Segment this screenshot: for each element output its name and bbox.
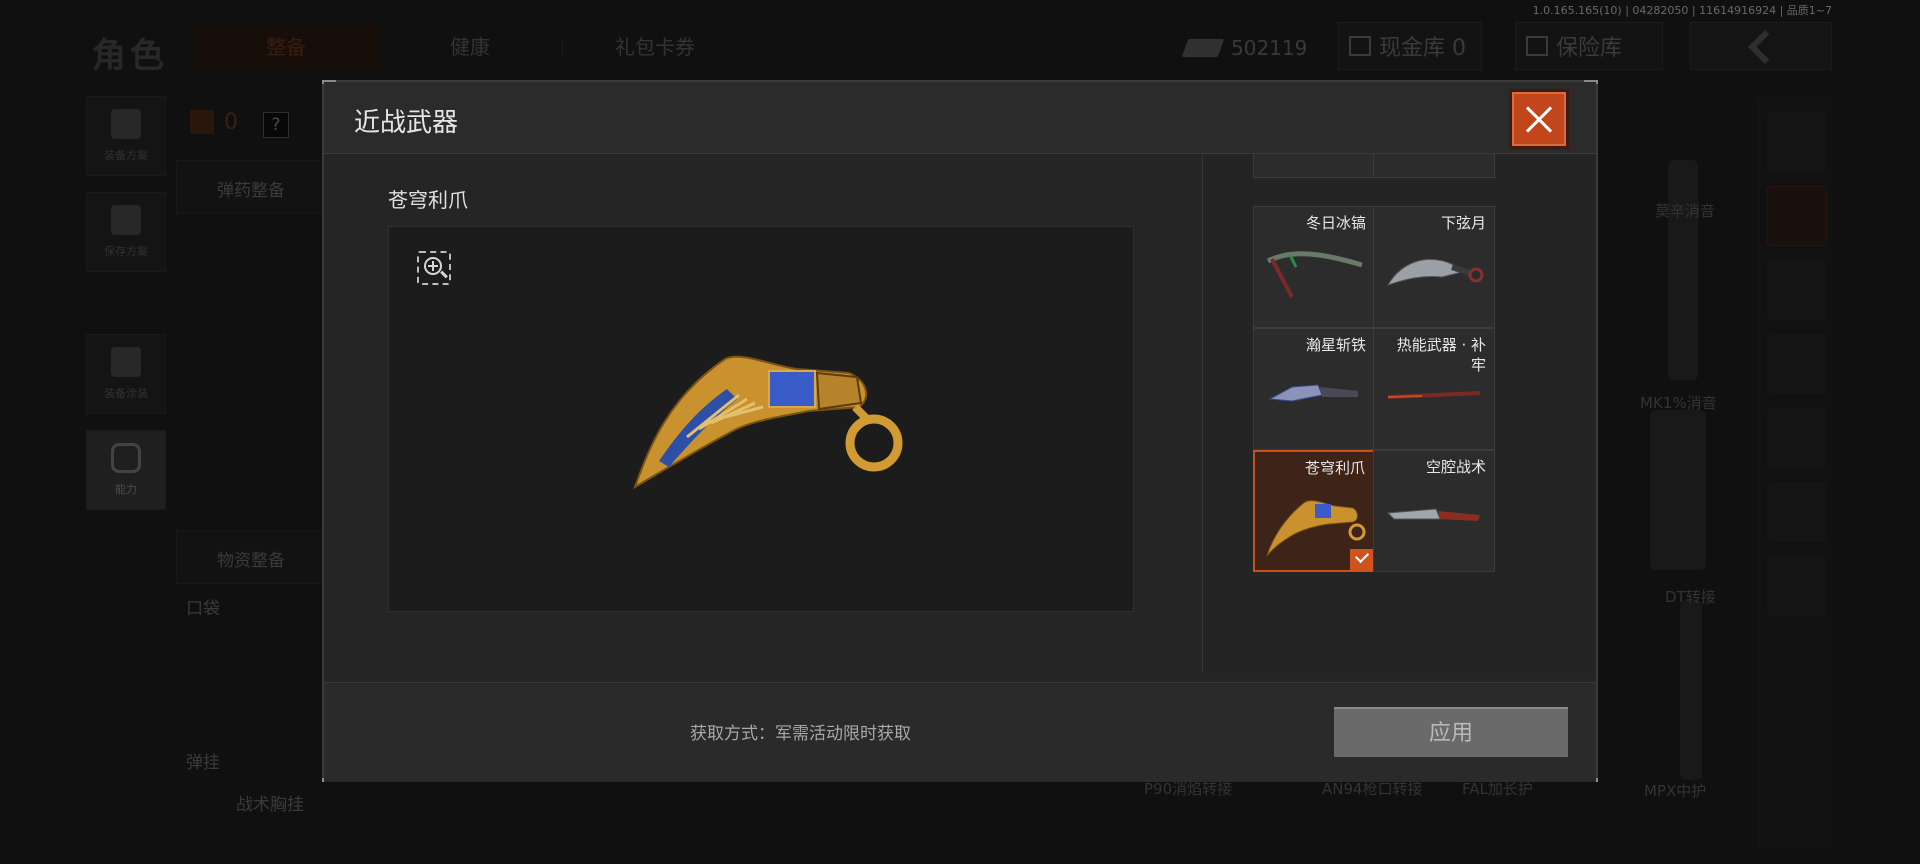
apply-button[interactable]: 应用 [1334,707,1568,757]
karambit-icon [1386,258,1484,286]
weapon-card[interactable]: 空腔战术 [1373,450,1495,572]
zoom-in-button[interactable] [417,251,451,285]
selected-item-name: 苍穹利爪 [388,188,468,212]
dialog-footer: 获取方式：军需活动限时获取 应用 [324,682,1596,782]
weapon-card[interactable]: 瀚星斩铁 [1253,328,1375,450]
claw-karambit-preview-image [633,355,903,490]
plus-icon [428,261,438,271]
weapon-card[interactable]: 下弦月 [1373,206,1495,328]
weapon-card-partial[interactable] [1253,154,1375,178]
item-preview [388,226,1134,612]
tactical-knife-icon [1386,508,1480,521]
acquire-method-text: 获取方式：军需活动限时获取 [690,724,911,744]
ice-pickaxe-icon [1266,251,1363,298]
weapon-card-label: 空腔战术 [1425,458,1486,476]
weapon-card[interactable]: 热能武器 · 补牢 [1373,328,1495,450]
weapon-card-label: 瀚星斩铁 [1305,336,1366,354]
weapon-card-label: 冬日冰镐 [1305,214,1366,232]
weapon-grid: 冬日冰镐 下弦月 瀚星斩铁 热能武器 · 补牢 苍穹利爪 空腔战术 [1202,154,1596,674]
close-button[interactable] [1512,92,1566,146]
weapon-card-partial[interactable] [1373,154,1495,178]
dialog-header: 近战武器 [324,82,1596,154]
tanto-icon [1268,384,1358,402]
melee-weapon-dialog: 近战武器 苍穹利爪 冬日冰镐 下弦月 瀚星斩铁 热能武器 · 补牢 苍穹利爪 空… [322,80,1598,782]
selected-check-icon [1350,549,1374,571]
weapon-card[interactable]: 冬日冰镐 [1253,206,1375,328]
weapon-card-selected[interactable]: 苍穹利爪 [1253,450,1375,572]
weapon-card-label: 苍穹利爪 [1304,459,1365,477]
weapon-card-label: 下弦月 [1440,214,1486,232]
dialog-title: 近战武器 [354,108,459,138]
thermal-blade-icon [1387,391,1481,399]
